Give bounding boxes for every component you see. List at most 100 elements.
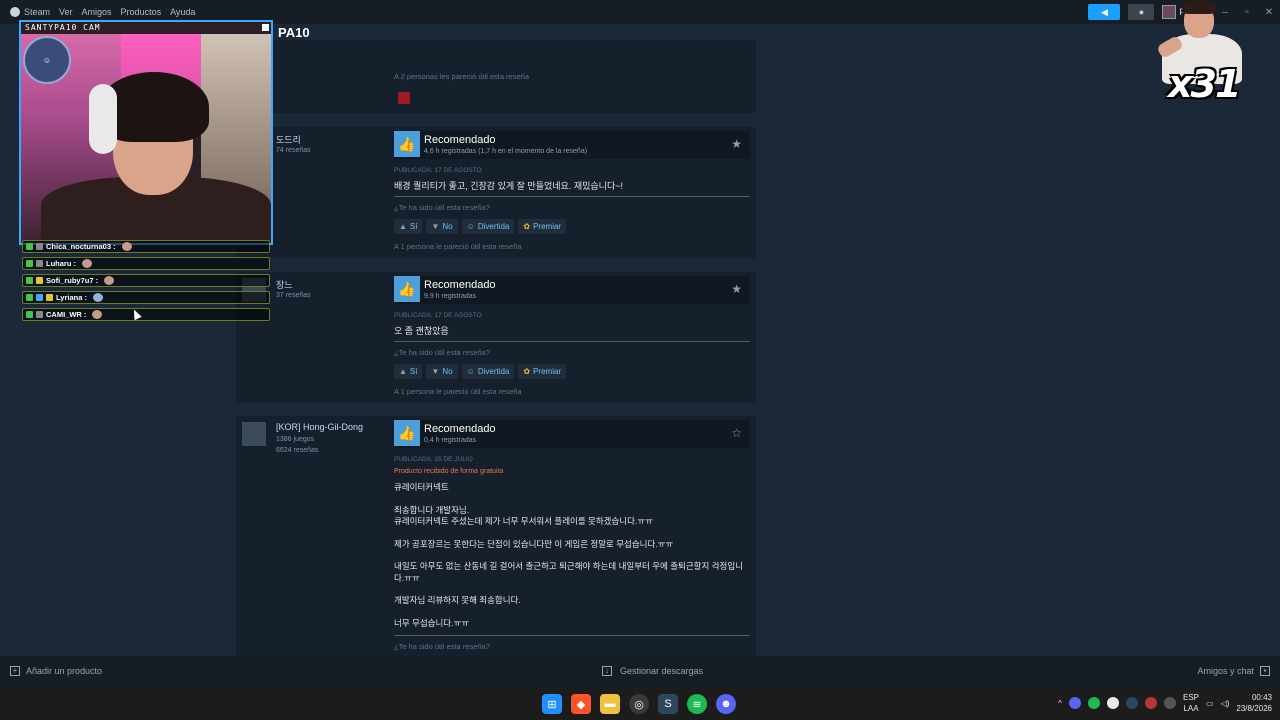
review-paragraph: 제가 공포장르는 못한다는 단점이 있습니다만 이 게임은 정말로 무섭습니다.… xyxy=(394,538,674,549)
network-icon[interactable]: ▭ xyxy=(1206,699,1214,708)
multiplier-counter: x31 xyxy=(1168,62,1241,106)
review-paragraph: 큐레이터커넥트 xyxy=(394,482,449,492)
hours-played: 9,9 h registradas xyxy=(424,293,477,300)
badge-icon xyxy=(26,277,33,284)
menu-ver[interactable]: Ver xyxy=(59,7,73,17)
close-icon xyxy=(262,24,269,31)
review-card: [KOR] Hong-Gil-Dong 1386 juegos 6624 res… xyxy=(236,416,756,656)
discord-tray-icon[interactable] xyxy=(1069,697,1081,709)
vote-yes-button[interactable]: ▲ Sí xyxy=(394,219,423,234)
helpful-question: ¿Te ha sido útil esta reseña? xyxy=(394,203,490,212)
thumbs-up-icon: 👍 xyxy=(394,276,420,302)
vote-funny-label: Divertida xyxy=(477,367,510,376)
author-avatar[interactable] xyxy=(242,422,266,446)
friends-chat-button[interactable]: Amigos y chat ▪ xyxy=(1197,666,1270,676)
free-product-note: Producto recibido de forma gratuita xyxy=(394,468,504,475)
recommendation-header: 👍 Recomendado 4,6 h registradas (1,7 h e… xyxy=(394,131,750,159)
steam-icon[interactable]: S xyxy=(658,694,678,714)
helpful-question: ¿Te ha sido útil esta reseña? xyxy=(394,642,490,651)
windows-taskbar: ⊞ ◆ ▬ ◎ S ≋ ☻ ^ ESP LAA ▭ ◁) 00:43 23/8/… xyxy=(0,688,1280,720)
discord-icon[interactable]: ☻ xyxy=(716,694,736,714)
published-date: PUBLICADA: 17 DE AGOSTO xyxy=(394,167,482,174)
recommendation-title: Recomendado xyxy=(424,279,496,291)
lang-bottom: LAA xyxy=(1183,704,1199,713)
author-reviews[interactable]: 6624 reseñas xyxy=(276,447,318,454)
obs-tray-icon[interactable] xyxy=(1107,697,1119,709)
menu-ayuda[interactable]: Ayuda xyxy=(170,7,195,17)
volume-icon[interactable]: ◁) xyxy=(1221,699,1230,708)
steam-tray-icon[interactable] xyxy=(1126,697,1138,709)
author-games[interactable]: 1386 juegos xyxy=(276,436,314,443)
chat-message: Lyriana : xyxy=(22,291,270,304)
spotify-tray-icon[interactable] xyxy=(1088,697,1100,709)
author-name[interactable]: 도드리 xyxy=(276,133,301,146)
add-product-button[interactable]: + Añadir un producto xyxy=(10,666,102,676)
spotify-icon[interactable]: ≋ xyxy=(687,694,707,714)
chat-message: Luharu : xyxy=(22,257,270,270)
vote-no-button[interactable]: ▼ No xyxy=(426,219,458,234)
webcam-overlay: ☺ SANTYPA10 CAM xyxy=(19,20,273,245)
vote-no-label: No xyxy=(442,367,453,376)
webcam-label: SANTYPA10 CAM xyxy=(25,23,101,32)
language-indicator[interactable]: ESP LAA xyxy=(1183,692,1199,714)
close-icon[interactable]: ✕ xyxy=(1258,7,1280,18)
windows-start-icon[interactable]: ⊞ xyxy=(542,694,562,714)
chat-message: Chica_nocturna03 : xyxy=(22,240,270,253)
obs-icon[interactable]: ◎ xyxy=(629,694,649,714)
divider xyxy=(394,635,750,636)
vote-row: ▲ Sí ▼ No ☺ Divertida ✿ Premiar xyxy=(394,219,567,234)
emote-icon xyxy=(104,276,115,285)
badge-icon xyxy=(36,311,43,318)
menu-amigos[interactable]: Amigos xyxy=(82,7,112,17)
star-outline-icon[interactable]: ☆ xyxy=(731,426,742,440)
vote-funny-button[interactable]: ☺ Divertida xyxy=(461,219,515,234)
lang-top: ESP xyxy=(1183,693,1200,702)
divider xyxy=(394,196,750,197)
badge-icon xyxy=(36,260,43,267)
menu-productos[interactable]: Productos xyxy=(121,7,162,17)
chat-user: Chica_nocturna03 : xyxy=(46,242,116,251)
helpful-count: A 2 personas les pareció útil esta reseñ… xyxy=(394,72,530,81)
vote-no-label: No xyxy=(442,222,453,231)
badge-icon xyxy=(36,294,43,301)
author-name[interactable]: [KOR] Hong-Gil-Dong xyxy=(276,422,363,432)
emote-icon xyxy=(92,310,103,319)
vote-yes-button[interactable]: ▲ Sí xyxy=(394,364,423,379)
notifications-button[interactable]: ● xyxy=(1128,4,1155,20)
badge-icon xyxy=(46,294,53,301)
published-date: PUBLICADA: 25 DE JULIO xyxy=(394,456,473,463)
star-icon[interactable]: ★ xyxy=(731,282,742,296)
brave-browser-icon[interactable]: ◆ xyxy=(571,694,591,714)
emote-icon xyxy=(82,259,92,268)
award-button[interactable]: ✿ Premiar xyxy=(518,219,567,234)
file-explorer-icon[interactable]: ▬ xyxy=(600,694,620,714)
app-tray-icon[interactable] xyxy=(1145,697,1157,709)
chat-user: CAMI_WR : xyxy=(46,310,87,319)
helpful-question: ¿Te ha sido útil esta reseña? xyxy=(394,348,490,357)
announcements-button[interactable]: ◀ xyxy=(1088,4,1121,20)
clock-date: 23/8/2026 xyxy=(1236,704,1272,713)
award-label: Premiar xyxy=(533,367,562,376)
vote-funny-button[interactable]: ☺ Divertida xyxy=(461,364,515,379)
chat-message: CAMI_WR : xyxy=(22,308,270,321)
microphone-icon[interactable] xyxy=(1164,697,1176,709)
chevron-up-icon[interactable]: ^ xyxy=(1058,699,1062,708)
award-icon xyxy=(398,92,410,104)
award-button[interactable]: ✿ Premiar xyxy=(518,364,567,379)
clock[interactable]: 00:43 23/8/2026 xyxy=(1236,692,1272,714)
badge-icon xyxy=(26,311,33,318)
manage-downloads-button[interactable]: ↓ Gestionar descargas xyxy=(602,666,703,676)
published-date: PUBLICADA: 17 DE AGOSTO xyxy=(394,312,482,319)
thumbs-up-icon: 👍 xyxy=(394,420,420,446)
menu-steam[interactable]: Steam xyxy=(24,7,50,17)
author-reviews[interactable]: 37 reseñas xyxy=(276,292,311,299)
hours-played: 4,6 h registradas (1,7 h en el momento d… xyxy=(424,148,588,155)
author-name[interactable]: 장느 xyxy=(276,278,293,291)
vote-no-button[interactable]: ▼ No xyxy=(426,364,458,379)
download-icon: ↓ xyxy=(602,666,612,676)
author-reviews[interactable]: 74 reseñas xyxy=(276,147,311,154)
star-icon[interactable]: ★ xyxy=(731,137,742,151)
chat-user: Sofi_ruby7u7 : xyxy=(46,276,99,285)
review-card: A 2 personas les pareció útil esta reseñ… xyxy=(236,40,756,113)
vote-yes-label: Sí xyxy=(409,367,418,376)
